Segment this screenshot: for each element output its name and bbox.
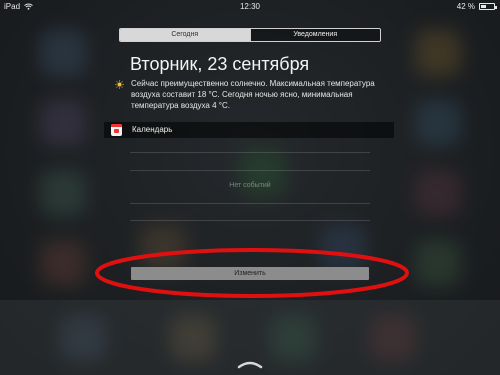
- grabber-handle-icon[interactable]: [237, 359, 263, 369]
- no-events-text: Нет событий: [229, 182, 271, 189]
- calendar-label: Календарь: [132, 125, 173, 134]
- calendar-hour-line: [130, 152, 370, 153]
- date-title: Вторник, 23 сентября: [130, 54, 310, 74]
- battery-percent: 42 %: [456, 2, 475, 11]
- calendar-hour-line: [130, 170, 370, 171]
- weather-text: Сейчас преимущественно солнечно. Максима…: [131, 79, 375, 110]
- status-bar: iPad 12:30 42 %: [0, 0, 500, 14]
- clock: 12:30: [239, 2, 261, 11]
- calendar-hour-line: [130, 203, 370, 204]
- red-highlight-ellipse: [95, 248, 409, 298]
- tab-notifications[interactable]: Уведомления: [249, 29, 380, 41]
- sun-icon: [115, 80, 124, 89]
- notification-center-tabs: Сегодня Уведомления: [119, 28, 381, 42]
- tab-today[interactable]: Сегодня: [120, 29, 250, 41]
- calendar-icon: [111, 124, 122, 136]
- calendar-hour-line: [130, 220, 370, 221]
- calendar-widget-header[interactable]: Календарь: [104, 122, 394, 138]
- battery-icon: [479, 3, 497, 10]
